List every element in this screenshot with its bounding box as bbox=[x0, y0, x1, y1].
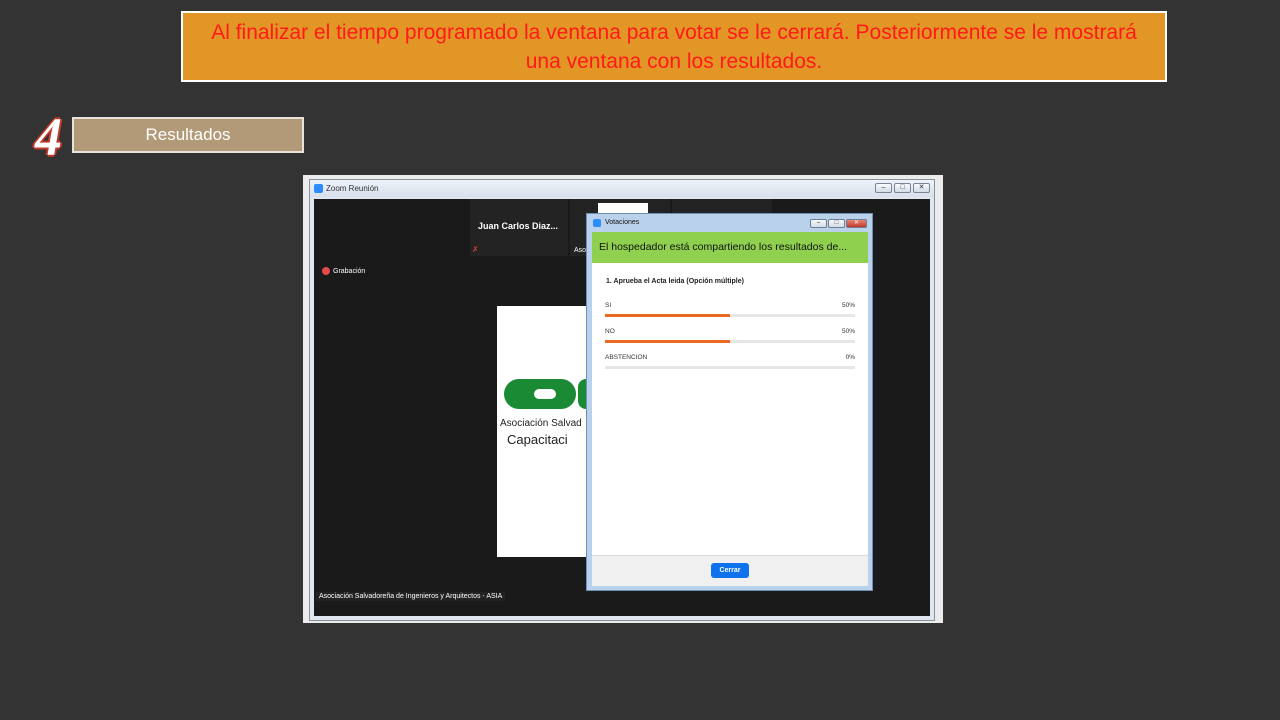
maximize-button[interactable]: □ bbox=[894, 183, 911, 193]
muted-mic-icon: ✗ bbox=[472, 245, 479, 254]
option-label: SI bbox=[605, 302, 612, 309]
option-bar-track bbox=[605, 340, 855, 343]
zoom-window-controls: – □ ✕ bbox=[875, 183, 930, 193]
poll-minimize-button[interactable]: – bbox=[810, 219, 827, 228]
step-number: 4 bbox=[35, 107, 62, 167]
recording-label: Grabación bbox=[333, 268, 366, 275]
minimize-button[interactable]: – bbox=[875, 183, 892, 193]
participant-tile[interactable]: Juan Carlos Diaz... ✗ bbox=[470, 199, 568, 256]
step-label: Resultados bbox=[72, 117, 304, 153]
slide-text-2: Capacitaci bbox=[507, 432, 568, 447]
zoom-logo-icon bbox=[593, 219, 601, 227]
close-button[interactable]: ✕ bbox=[913, 183, 930, 193]
poll-body: El hospedador está compartiendo los resu… bbox=[592, 232, 868, 586]
close-poll-button[interactable]: Cerrar bbox=[711, 563, 749, 578]
option-bar-fill bbox=[605, 314, 730, 317]
slide-text-1: Asociación Salvad bbox=[500, 418, 582, 429]
participant-2-name: Aso bbox=[574, 247, 587, 254]
poll-close-button[interactable]: ✕ bbox=[846, 219, 867, 228]
option-percent: 50% bbox=[841, 328, 855, 335]
recording-indicator[interactable]: Grabación bbox=[322, 267, 365, 276]
poll-maximize-button[interactable]: □ bbox=[828, 219, 845, 228]
poll-footer: Cerrar bbox=[592, 555, 868, 586]
option-percent: 0% bbox=[845, 354, 855, 361]
option-label: ABSTENCION bbox=[605, 354, 648, 361]
option-label: NO bbox=[605, 328, 615, 335]
option-bar-fill bbox=[605, 340, 730, 343]
option-bar-track bbox=[605, 314, 855, 317]
option-bar-track bbox=[605, 366, 855, 369]
instruction-text: Al finalizar el tiempo programado la ven… bbox=[211, 21, 1137, 73]
poll-window-controls: – □ ✕ bbox=[810, 219, 867, 228]
poll-question: 1. Aprueba el Acta leida (Opción múltipl… bbox=[606, 278, 744, 285]
host-name-label: Asociación Salvadoreña de Ingenieros y A… bbox=[316, 592, 506, 601]
poll-title-bar: Votaciones – □ ✕ bbox=[587, 214, 872, 232]
zoom-title-bar: Zoom Reunión – □ ✕ bbox=[310, 180, 934, 197]
zoom-logo-icon bbox=[314, 184, 323, 193]
poll-window-title: Votaciones bbox=[605, 219, 640, 226]
participant-name: Juan Carlos Diaz... bbox=[478, 221, 559, 231]
shared-screen: Asociación Salvad Capacitaci bbox=[497, 306, 592, 557]
poll-sharing-banner: El hospedador está compartiendo los resu… bbox=[592, 232, 868, 263]
zoom-window-title: Zoom Reunión bbox=[326, 184, 379, 193]
poll-results-dialog: Votaciones – □ ✕ El hospedador está comp… bbox=[586, 213, 873, 591]
option-percent: 50% bbox=[841, 302, 855, 309]
asia-logo bbox=[504, 379, 576, 409]
instruction-banner: Al finalizar el tiempo programado la ven… bbox=[181, 11, 1167, 82]
record-dot-icon bbox=[322, 267, 330, 276]
